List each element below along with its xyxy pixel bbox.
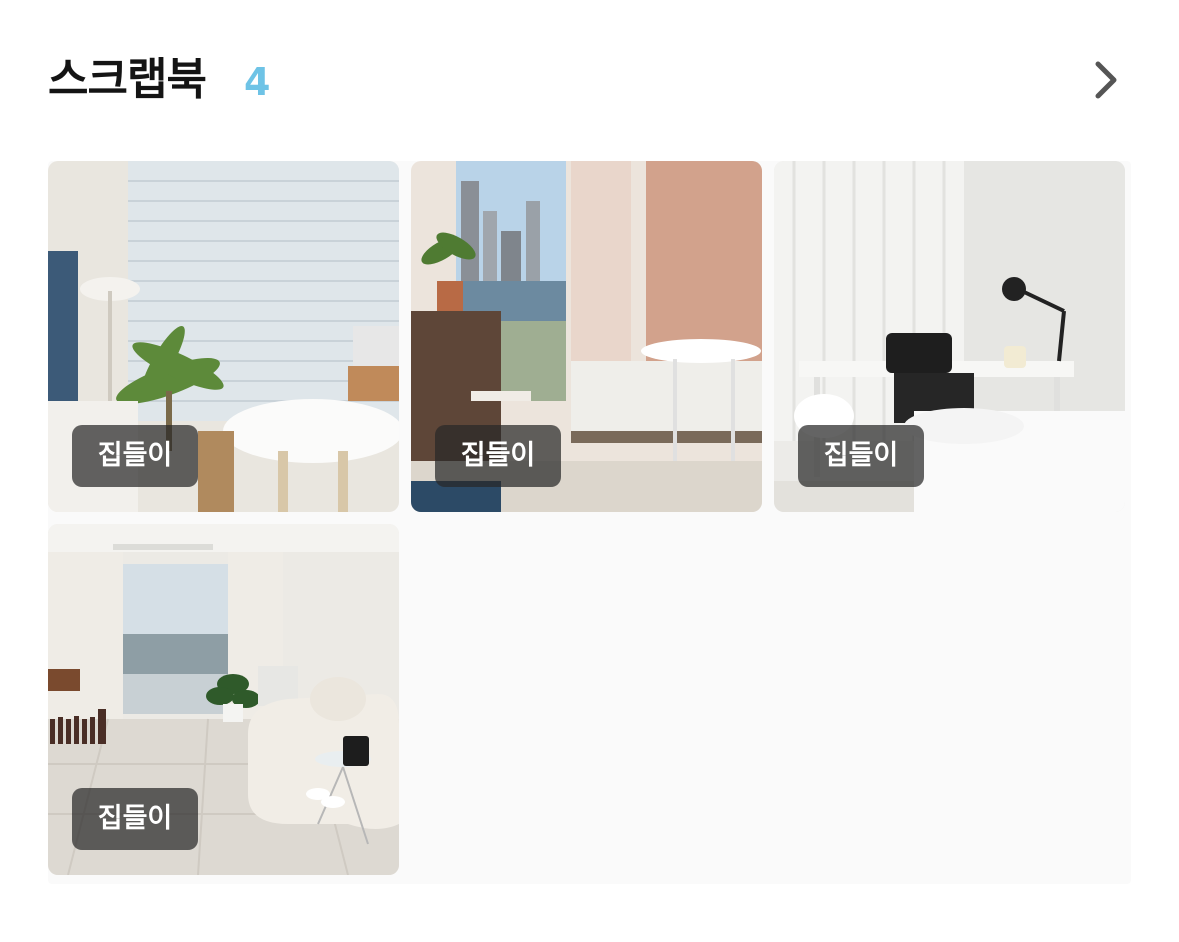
scrap-card[interactable]: 집들이	[774, 161, 1125, 512]
scrap-card[interactable]: 집들이	[411, 161, 762, 512]
category-badge: 집들이	[72, 788, 198, 850]
scrap-card[interactable]: 집들이	[48, 524, 399, 875]
category-badge: 집들이	[435, 425, 561, 487]
category-badge: 집들이	[72, 425, 198, 487]
section-header: 스크랩북 4	[48, 48, 1131, 112]
scrap-card[interactable]: 집들이	[48, 161, 399, 512]
scrap-count: 4	[244, 60, 271, 104]
chevron-right-icon[interactable]	[1088, 56, 1128, 104]
section-title: 스크랩북	[48, 54, 207, 105]
category-badge: 집들이	[798, 425, 924, 487]
